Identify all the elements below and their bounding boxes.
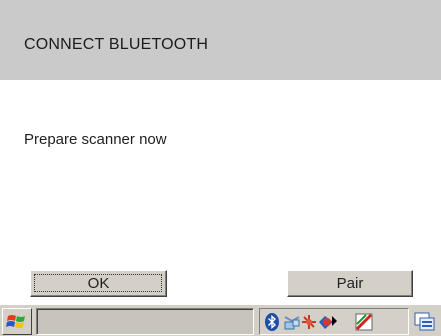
ok-button[interactable]: OK bbox=[30, 270, 167, 297]
system-tray bbox=[259, 308, 409, 335]
chevron-right-icon[interactable] bbox=[332, 316, 337, 326]
taskbar bbox=[0, 304, 441, 336]
pair-button[interactable]: Pair bbox=[287, 270, 413, 297]
ok-button-label: OK bbox=[87, 275, 110, 292]
start-button[interactable] bbox=[2, 308, 32, 335]
status-message: Prepare scanner now bbox=[24, 131, 167, 148]
screen: CONNECT BLUETOOTH Prepare scanner now OK… bbox=[0, 0, 441, 336]
windows-flag-icon bbox=[6, 315, 25, 328]
header-bar: CONNECT BLUETOOTH bbox=[0, 0, 441, 80]
flag-icon[interactable] bbox=[354, 312, 374, 332]
page-title: CONNECT BLUETOOTH bbox=[24, 36, 209, 53]
keyboard-icon[interactable] bbox=[414, 312, 436, 332]
bluetooth-icon[interactable] bbox=[262, 312, 282, 332]
pair-button-label: Pair bbox=[336, 275, 364, 292]
task-area bbox=[36, 308, 254, 335]
